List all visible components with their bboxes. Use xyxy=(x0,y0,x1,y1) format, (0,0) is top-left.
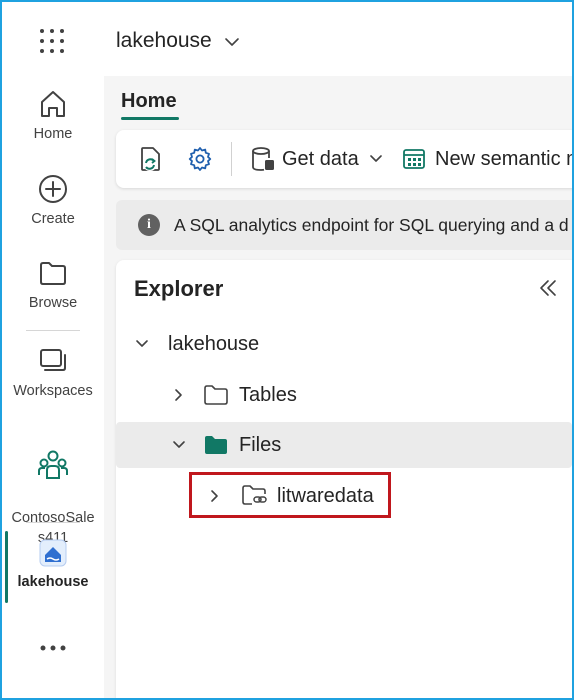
tree-label-lakehouse: lakehouse xyxy=(168,332,260,355)
rail-label-home: Home xyxy=(33,126,73,142)
ribbon-toolbar: Get data New semantic m xyxy=(116,130,574,188)
tree-label-tables: Tables xyxy=(239,383,297,406)
new-semantic-model-button[interactable]: New semantic m xyxy=(402,144,574,174)
info-icon: i xyxy=(138,214,160,236)
chevron-right-icon[interactable] xyxy=(169,385,189,405)
more-horizontal-icon[interactable] xyxy=(40,644,66,652)
rail-label-browse: Browse xyxy=(28,295,78,311)
tree-item-lakehouse[interactable]: lakehouse xyxy=(116,321,572,367)
top-bar: lakehouse xyxy=(2,2,572,76)
workspaces-icon xyxy=(40,349,66,371)
info-message-bar: i A SQL analytics endpoint for SQL query… xyxy=(116,200,572,250)
left-navigation-rail: Home Create Browse Workspaces ContosoSal… xyxy=(2,76,104,698)
explorer-title: Explorer xyxy=(134,276,224,301)
database-icon xyxy=(252,147,274,171)
tab-home[interactable]: Home xyxy=(121,90,177,113)
main-content: Home Get data New semantic m i A SQL ana… xyxy=(104,76,572,698)
tab-active-indicator xyxy=(121,117,179,120)
explorer-pane: Explorer lakehouse Tables Files litwared… xyxy=(116,260,572,698)
chevron-down-icon xyxy=(224,38,239,46)
info-message-text: A SQL analytics endpoint for SQL queryin… xyxy=(174,214,569,235)
semantic-model-icon xyxy=(403,149,425,169)
rail-label-workspaces: Workspaces xyxy=(13,383,93,399)
people-icon xyxy=(38,450,68,479)
chevron-down-icon[interactable] xyxy=(169,435,189,455)
rail-item-lakehouse[interactable]: lakehouse xyxy=(2,538,104,590)
rail-item-contoso-workspace[interactable]: ContosoSale s411 xyxy=(2,428,104,548)
workspace-item-switcher[interactable]: lakehouse xyxy=(116,29,240,53)
create-plus-icon xyxy=(39,175,67,203)
refresh-button[interactable] xyxy=(138,144,164,174)
chevron-down-icon[interactable] xyxy=(132,334,152,354)
item-title: lakehouse xyxy=(116,29,212,52)
folder-icon xyxy=(204,385,228,405)
rail-item-create[interactable]: Create xyxy=(2,173,104,227)
waffle-icon[interactable] xyxy=(39,28,65,54)
home-icon xyxy=(41,91,65,117)
get-data-label: Get data xyxy=(282,147,359,170)
tree-item-files[interactable]: Files xyxy=(116,422,572,468)
get-data-button[interactable]: Get data xyxy=(250,144,383,174)
rail-divider xyxy=(26,330,80,331)
tree-label-files: Files xyxy=(239,433,282,456)
settings-button[interactable] xyxy=(186,144,214,174)
chevron-down-icon xyxy=(369,155,382,162)
folder-filled-icon xyxy=(205,436,227,454)
new-semantic-model-label: New semantic m xyxy=(435,147,574,170)
rail-item-workspaces[interactable]: Workspaces xyxy=(2,345,104,399)
collapse-pane-icon[interactable] xyxy=(538,278,558,298)
refresh-icon xyxy=(141,147,160,171)
tree-item-tables[interactable]: Tables xyxy=(116,372,572,418)
rail-item-browse[interactable]: Browse xyxy=(2,257,104,311)
rail-label-create: Create xyxy=(31,211,75,227)
rail-item-home[interactable]: Home xyxy=(2,88,104,142)
lakehouse-icon xyxy=(39,539,67,567)
settings-gear-icon xyxy=(188,147,212,171)
app-window: lakehouse Home Create Browse Workspaces … xyxy=(0,0,574,700)
toolbar-divider xyxy=(231,142,232,176)
rail-divider xyxy=(26,522,80,523)
rail-label-lakehouse: lakehouse xyxy=(17,574,89,590)
folder-icon xyxy=(40,262,66,285)
highlight-annotation-box xyxy=(189,472,391,518)
